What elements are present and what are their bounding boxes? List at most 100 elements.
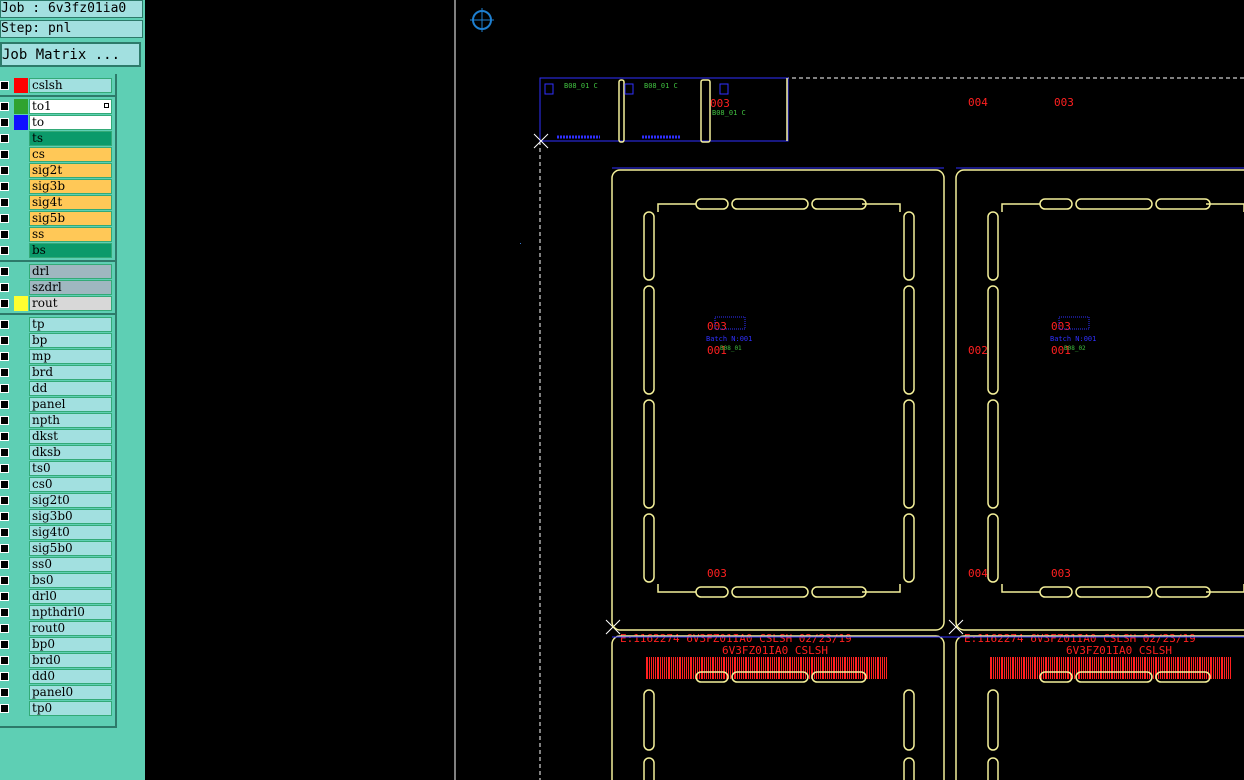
layer-visibility-checkbox[interactable]: [0, 81, 9, 90]
layer-visibility-checkbox[interactable]: [0, 576, 9, 585]
layer-row-sig5b[interactable]: sig5b: [0, 211, 115, 227]
layer-row-ss0[interactable]: ss0: [0, 557, 115, 573]
layer-name-label[interactable]: dksb: [29, 445, 112, 460]
layer-visibility-checkbox[interactable]: [0, 336, 9, 345]
layer-row-sig4t[interactable]: sig4t: [0, 195, 115, 211]
layer-visibility-checkbox[interactable]: [0, 320, 9, 329]
layer-row-rout0[interactable]: rout0: [0, 621, 115, 637]
layer-name-label[interactable]: brd0: [29, 653, 112, 668]
layer-visibility-checkbox[interactable]: [0, 512, 9, 521]
layer-row-sig3b[interactable]: sig3b: [0, 179, 115, 195]
layer-row-dd0[interactable]: dd0: [0, 669, 115, 685]
layer-name-label[interactable]: ss0: [29, 557, 112, 572]
layer-row-panel[interactable]: panel: [0, 397, 115, 413]
layer-visibility-checkbox[interactable]: [0, 464, 9, 473]
layer-visibility-checkbox[interactable]: [0, 214, 9, 223]
layer-visibility-checkbox[interactable]: [0, 496, 9, 505]
layer-name-label[interactable]: dd0: [29, 669, 112, 684]
layer-row-ts0[interactable]: ts0: [0, 461, 115, 477]
layer-name-label[interactable]: ts: [29, 131, 112, 146]
layer-row-dkst[interactable]: dkst: [0, 429, 115, 445]
layer-visibility-checkbox[interactable]: [0, 656, 9, 665]
layer-visibility-checkbox[interactable]: [0, 672, 9, 681]
layer-name-label[interactable]: sig2t0: [29, 493, 112, 508]
layer-name-label[interactable]: panel: [29, 397, 112, 412]
layer-visibility-checkbox[interactable]: [0, 299, 9, 308]
layer-row-cs[interactable]: cs: [0, 147, 115, 163]
layer-name-label[interactable]: dkst: [29, 429, 112, 444]
layer-name-label[interactable]: sig4t: [29, 195, 112, 210]
layer-visibility-checkbox[interactable]: [0, 150, 9, 159]
layer-row-mp[interactable]: mp: [0, 349, 115, 365]
layer-row-sig2t0[interactable]: sig2t0: [0, 493, 115, 509]
layer-visibility-checkbox[interactable]: [0, 608, 9, 617]
layer-row-bp[interactable]: bp: [0, 333, 115, 349]
layer-row-npth[interactable]: npth: [0, 413, 115, 429]
layer-row-dd[interactable]: dd: [0, 381, 115, 397]
layer-visibility-checkbox[interactable]: [0, 198, 9, 207]
layer-name-label[interactable]: cs: [29, 147, 112, 162]
layer-name-label[interactable]: sig4t0: [29, 525, 112, 540]
layer-name-label[interactable]: cs0: [29, 477, 112, 492]
layer-visibility-checkbox[interactable]: [0, 182, 9, 191]
layer-visibility-checkbox[interactable]: [0, 368, 9, 377]
layer-name-label[interactable]: drl0: [29, 589, 112, 604]
layer-visibility-checkbox[interactable]: [0, 134, 9, 143]
layer-row-tp[interactable]: tp: [0, 317, 115, 333]
layer-row-brd0[interactable]: brd0: [0, 653, 115, 669]
layer-name-label[interactable]: sig5b0: [29, 541, 112, 556]
layer-visibility-checkbox[interactable]: [0, 560, 9, 569]
layer-visibility-checkbox[interactable]: [0, 267, 9, 276]
layer-row-ts[interactable]: ts: [0, 131, 115, 147]
layer-visibility-checkbox[interactable]: [0, 283, 9, 292]
layer-name-label[interactable]: rout0: [29, 621, 112, 636]
layer-name-label[interactable]: tp0: [29, 701, 112, 716]
layer-row-npthdrl0[interactable]: npthdrl0: [0, 605, 115, 621]
layer-name-label[interactable]: ts0: [29, 461, 112, 476]
layer-row-sig3b0[interactable]: sig3b0: [0, 509, 115, 525]
layer-row-cslsh[interactable]: cslsh: [0, 78, 115, 94]
layer-row-drl[interactable]: drl: [0, 264, 115, 280]
layer-visibility-checkbox[interactable]: [0, 166, 9, 175]
layer-row-panel0[interactable]: panel0: [0, 685, 115, 701]
layer-row-szdrl[interactable]: szdrl: [0, 280, 115, 296]
layer-visibility-checkbox[interactable]: [0, 592, 9, 601]
layer-name-label[interactable]: to: [29, 115, 112, 130]
layer-row-tp0[interactable]: tp0: [0, 701, 115, 717]
layer-color-swatch[interactable]: [14, 99, 28, 114]
layer-row-brd[interactable]: brd: [0, 365, 115, 381]
layer-name-label[interactable]: sig3b: [29, 179, 112, 194]
layer-visibility-checkbox[interactable]: [0, 480, 9, 489]
layer-name-label[interactable]: bs: [29, 243, 112, 258]
layer-name-label[interactable]: npthdrl0: [29, 605, 112, 620]
layer-name-label[interactable]: sig2t: [29, 163, 112, 178]
layer-name-label[interactable]: ss: [29, 227, 112, 242]
layer-row-drl0[interactable]: drl0: [0, 589, 115, 605]
layer-visibility-checkbox[interactable]: [0, 118, 9, 127]
layer-row-bs[interactable]: bs: [0, 243, 115, 259]
layer-row-cs0[interactable]: cs0: [0, 477, 115, 493]
layer-visibility-checkbox[interactable]: [0, 230, 9, 239]
layer-name-label[interactable]: drl: [29, 264, 112, 279]
layer-visibility-checkbox[interactable]: [0, 704, 9, 713]
layer-row-dksb[interactable]: dksb: [0, 445, 115, 461]
layer-name-label[interactable]: dd: [29, 381, 112, 396]
layer-row-ss[interactable]: ss: [0, 227, 115, 243]
layer-visibility-checkbox[interactable]: [0, 432, 9, 441]
layer-visibility-checkbox[interactable]: [0, 102, 9, 111]
layer-row-bs0[interactable]: bs0: [0, 573, 115, 589]
layer-visibility-checkbox[interactable]: [0, 624, 9, 633]
layer-visibility-checkbox[interactable]: [0, 384, 9, 393]
layer-visibility-checkbox[interactable]: [0, 640, 9, 649]
layer-row-bp0[interactable]: bp0: [0, 637, 115, 653]
layer-row-sig4t0[interactable]: sig4t0: [0, 525, 115, 541]
layer-row-sig5b0[interactable]: sig5b0: [0, 541, 115, 557]
layer-row-rout[interactable]: rout: [0, 296, 115, 312]
layer-color-swatch[interactable]: [14, 115, 28, 130]
layer-row-sig2t[interactable]: sig2t: [0, 163, 115, 179]
layer-name-label[interactable]: sig5b: [29, 211, 112, 226]
layer-name-label[interactable]: cslsh: [29, 78, 112, 93]
layer-name-label[interactable]: npth: [29, 413, 112, 428]
layer-name-label[interactable]: bp0: [29, 637, 112, 652]
layer-name-label[interactable]: bp: [29, 333, 112, 348]
